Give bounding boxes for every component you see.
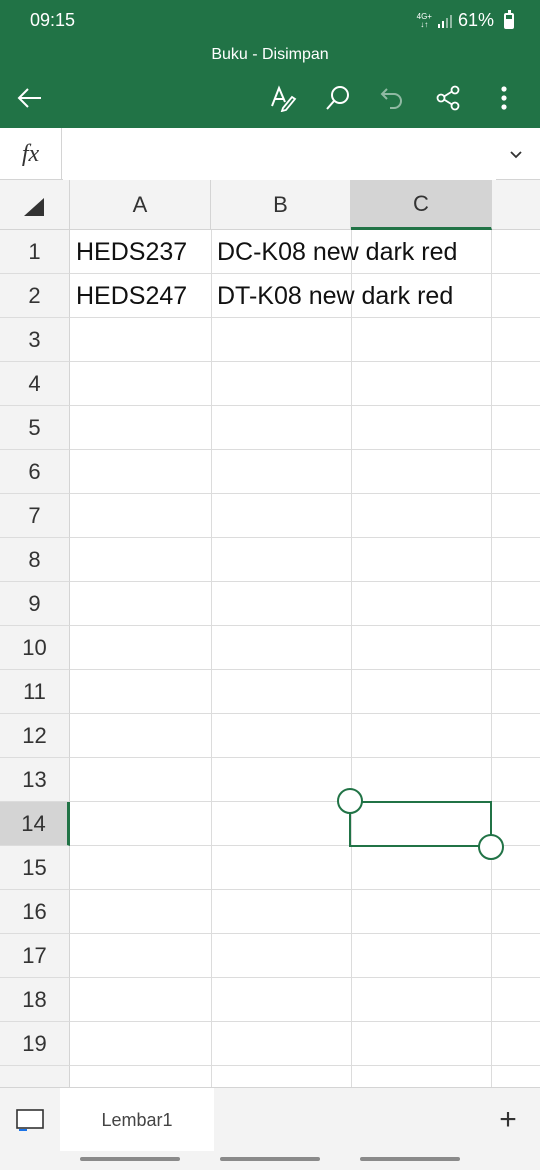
row-header-6[interactable]: 6	[0, 450, 70, 494]
battery-icon	[504, 9, 514, 29]
table-row	[70, 978, 540, 1022]
document-title: Buku - Disimpan	[211, 46, 329, 63]
row-header-10[interactable]: 10	[0, 626, 70, 670]
table-row	[70, 362, 540, 406]
formula-bar: fx	[0, 128, 540, 180]
row-header-16[interactable]: 16	[0, 890, 70, 934]
row-header-partial[interactable]	[0, 1066, 70, 1087]
row-header-1[interactable]: 1	[0, 230, 70, 274]
status-bar: 09:15 4G+ ↓↑ 61%	[0, 0, 540, 40]
cell-selection[interactable]	[349, 801, 492, 847]
sheet-bar: Lembar1 +	[0, 1087, 540, 1152]
table-row	[70, 494, 540, 538]
status-time: 09:15	[30, 10, 76, 30]
network-type-icon: 4G+ ↓↑	[416, 11, 432, 29]
fx-icon[interactable]: fx	[0, 128, 62, 180]
row-header-2[interactable]: 2	[0, 274, 70, 318]
row-header-5[interactable]: 5	[0, 406, 70, 450]
table-row	[70, 406, 540, 450]
select-all-corner[interactable]	[0, 180, 70, 230]
selection-handle-end[interactable]	[478, 834, 504, 860]
share-icon[interactable]	[430, 80, 466, 116]
sheet-tab-lembar1[interactable]: Lembar1	[60, 1088, 214, 1152]
cell-b1[interactable]: DC-K08 new dark red	[211, 230, 457, 274]
back-arrow-icon[interactable]	[12, 80, 48, 116]
cell-a1[interactable]: HEDS237	[70, 230, 187, 274]
status-right: 4G+ ↓↑ 61%	[416, 9, 514, 31]
battery-percent: 61%	[457, 10, 494, 30]
row-header-15[interactable]: 15	[0, 846, 70, 890]
table-row	[70, 626, 540, 670]
more-vert-icon[interactable]	[486, 80, 522, 116]
draw-pen-icon[interactable]	[265, 80, 301, 116]
table-row	[70, 670, 540, 714]
row-header-11[interactable]: 11	[0, 670, 70, 714]
column-header-d[interactable]	[492, 180, 540, 230]
spreadsheet-grid[interactable]: A B C 1 2 3 4 5 6 7 8 9 10 11 12 13 14 1…	[0, 180, 540, 1087]
row-header-4[interactable]: 4	[0, 362, 70, 406]
table-row: HEDS247 DT-K08 new dark red	[70, 274, 540, 318]
chevron-down-icon[interactable]	[506, 144, 526, 164]
cell-b2[interactable]: DT-K08 new dark red	[211, 274, 453, 318]
row-header-17[interactable]: 17	[0, 934, 70, 978]
formula-input[interactable]	[63, 128, 496, 180]
table-row	[70, 934, 540, 978]
row-header-14[interactable]: 14	[0, 802, 70, 846]
nav-pill-center[interactable]	[220, 1157, 320, 1161]
row-header-3[interactable]: 3	[0, 318, 70, 362]
row-header-9[interactable]: 9	[0, 582, 70, 626]
signal-icon	[437, 14, 452, 28]
app-bar: Buku - Disimpan	[0, 40, 540, 128]
sheet-view-toggle-icon[interactable]	[0, 1088, 60, 1152]
selection-handle-start[interactable]	[337, 788, 363, 814]
table-row	[70, 758, 540, 802]
nav-pill-left[interactable]	[80, 1157, 180, 1161]
table-row	[70, 846, 540, 890]
network-type-label: 4G+	[416, 11, 432, 21]
nav-pill-right[interactable]	[360, 1157, 460, 1161]
row-header-12[interactable]: 12	[0, 714, 70, 758]
table-row	[70, 714, 540, 758]
table-row	[70, 318, 540, 362]
column-header-c[interactable]: C	[351, 180, 492, 230]
row-header-19[interactable]: 19	[0, 1022, 70, 1066]
table-row	[70, 450, 540, 494]
row-header-7[interactable]: 7	[0, 494, 70, 538]
undo-icon[interactable]	[374, 80, 410, 116]
table-row: HEDS237 DC-K08 new dark red	[70, 230, 540, 274]
row-header-13[interactable]: 13	[0, 758, 70, 802]
table-row	[70, 890, 540, 934]
add-sheet-button[interactable]: +	[490, 1102, 526, 1138]
system-nav-bar	[0, 1151, 540, 1170]
search-icon[interactable]	[320, 80, 356, 116]
table-row	[70, 1022, 540, 1066]
table-row	[70, 538, 540, 582]
cell-a2[interactable]: HEDS247	[70, 274, 187, 318]
column-header-b[interactable]: B	[211, 180, 351, 230]
table-row	[70, 582, 540, 626]
column-header-a[interactable]: A	[70, 180, 211, 230]
row-header-8[interactable]: 8	[0, 538, 70, 582]
row-header-18[interactable]: 18	[0, 978, 70, 1022]
